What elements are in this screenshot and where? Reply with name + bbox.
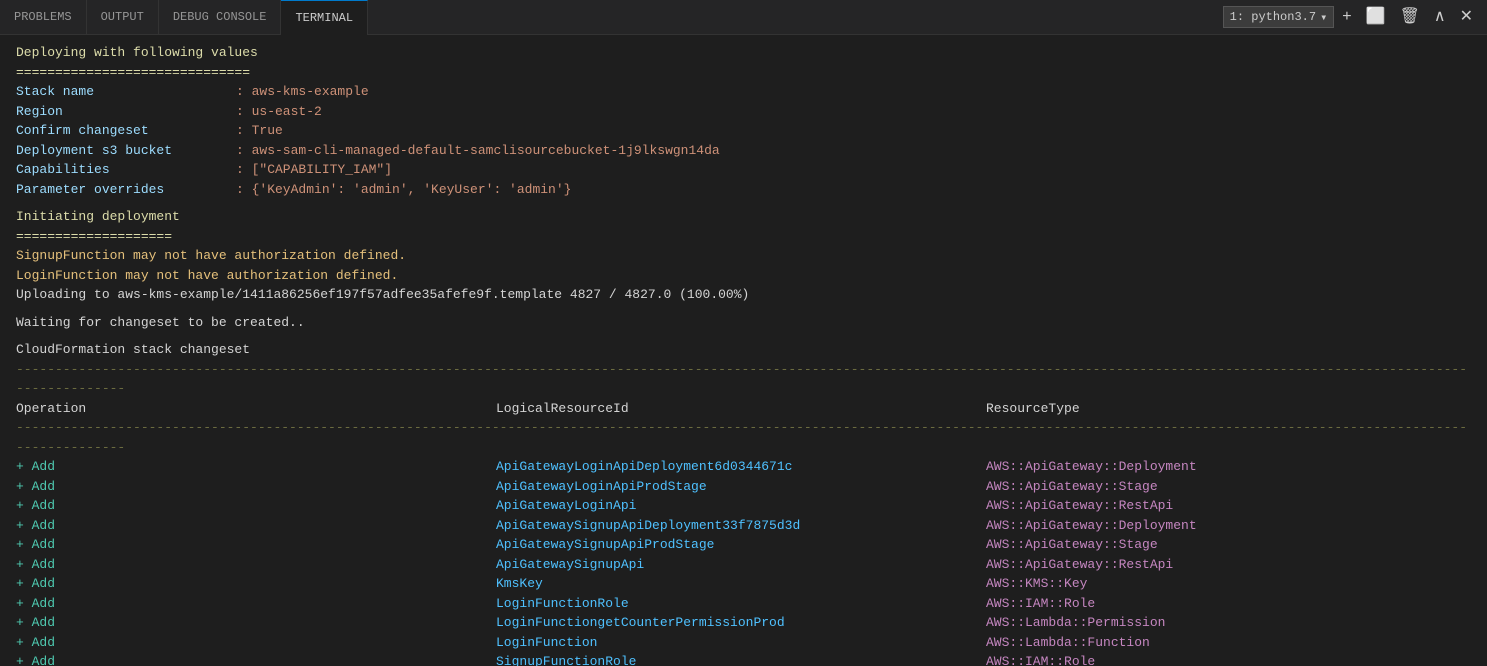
kv-stack-name: Stack name : aws-kms-example: [16, 82, 1471, 102]
table-row: + Add KmsKey AWS::KMS::Key: [16, 574, 1471, 594]
table-row: + Add ApiGatewayLoginApiDeployment6d0344…: [16, 457, 1471, 477]
table-row: + Add ApiGatewayLoginApi AWS::ApiGateway…: [16, 496, 1471, 516]
changeset-label: CloudFormation stack changeset: [16, 340, 1471, 360]
close-terminal-button[interactable]: ✕: [1454, 7, 1479, 27]
table-row: + Add LoginFunction AWS::Lambda::Functio…: [16, 633, 1471, 653]
terminal-content[interactable]: Deploying with following values ========…: [0, 35, 1487, 666]
split-terminal-button[interactable]: ⬜: [1360, 7, 1392, 27]
table-header: Operation LogicalResourceId ResourceType: [16, 399, 1471, 419]
table-row: + Add ApiGatewaySignupApiProdStage AWS::…: [16, 535, 1471, 555]
tab-output[interactable]: OUTPUT: [87, 0, 159, 35]
kv-confirm-changeset: Confirm changeset : True: [16, 121, 1471, 141]
separator-heading: ==============================: [16, 63, 1471, 83]
table-row: + Add ApiGatewayLoginApiProdStage AWS::A…: [16, 477, 1471, 497]
warning-signup: SignupFunction may not have authorizatio…: [16, 246, 1471, 266]
warning-login: LoginFunction may not have authorization…: [16, 266, 1471, 286]
table-row: + Add ApiGatewaySignupApiDeployment33f78…: [16, 516, 1471, 536]
table-row: + Add LoginFunctionRole AWS::IAM::Role: [16, 594, 1471, 614]
tab-debug-console[interactable]: DEBUG CONSOLE: [159, 0, 282, 35]
kv-param-overrides: Parameter overrides : {'KeyAdmin': 'admi…: [16, 180, 1471, 200]
kv-capabilities: Capabilities : ["CAPABILITY_IAM"]: [16, 160, 1471, 180]
kv-deployment-bucket: Deployment s3 bucket : aws-sam-cli-manag…: [16, 141, 1471, 161]
upload-line: Uploading to aws-kms-example/1411a86256e…: [16, 285, 1471, 305]
kv-region: Region : us-east-2: [16, 102, 1471, 122]
terminal-instance-dropdown[interactable]: 1: python3.7 ▾: [1223, 6, 1335, 28]
collapse-terminal-button[interactable]: ∧: [1428, 7, 1452, 27]
dashed-top: ----------------------------------------…: [16, 360, 1471, 399]
waiting-line: Waiting for changeset to be created..: [16, 313, 1471, 333]
separator-initiating: ====================: [16, 227, 1471, 247]
initiating-heading: Initiating deployment: [16, 207, 1471, 227]
dashed-header: ----------------------------------------…: [16, 418, 1471, 457]
trash-terminal-button[interactable]: 🗑: [1394, 7, 1426, 27]
deploy-heading: Deploying with following values: [16, 43, 1471, 63]
tab-problems[interactable]: PROBLEMS: [0, 0, 87, 35]
terminal-controls: 1: python3.7 ▾ + ⬜ 🗑 ∧ ✕: [1223, 6, 1487, 28]
tab-terminal[interactable]: TERMINAL: [281, 0, 368, 35]
tab-bar: PROBLEMS OUTPUT DEBUG CONSOLE TERMINAL 1…: [0, 0, 1487, 35]
table-row: + Add ApiGatewaySignupApi AWS::ApiGatewa…: [16, 555, 1471, 575]
table-row: + Add LoginFunctiongetCounterPermissionP…: [16, 613, 1471, 633]
new-terminal-button[interactable]: +: [1336, 7, 1357, 27]
table-row: + Add SignupFunctionRole AWS::IAM::Role: [16, 652, 1471, 666]
